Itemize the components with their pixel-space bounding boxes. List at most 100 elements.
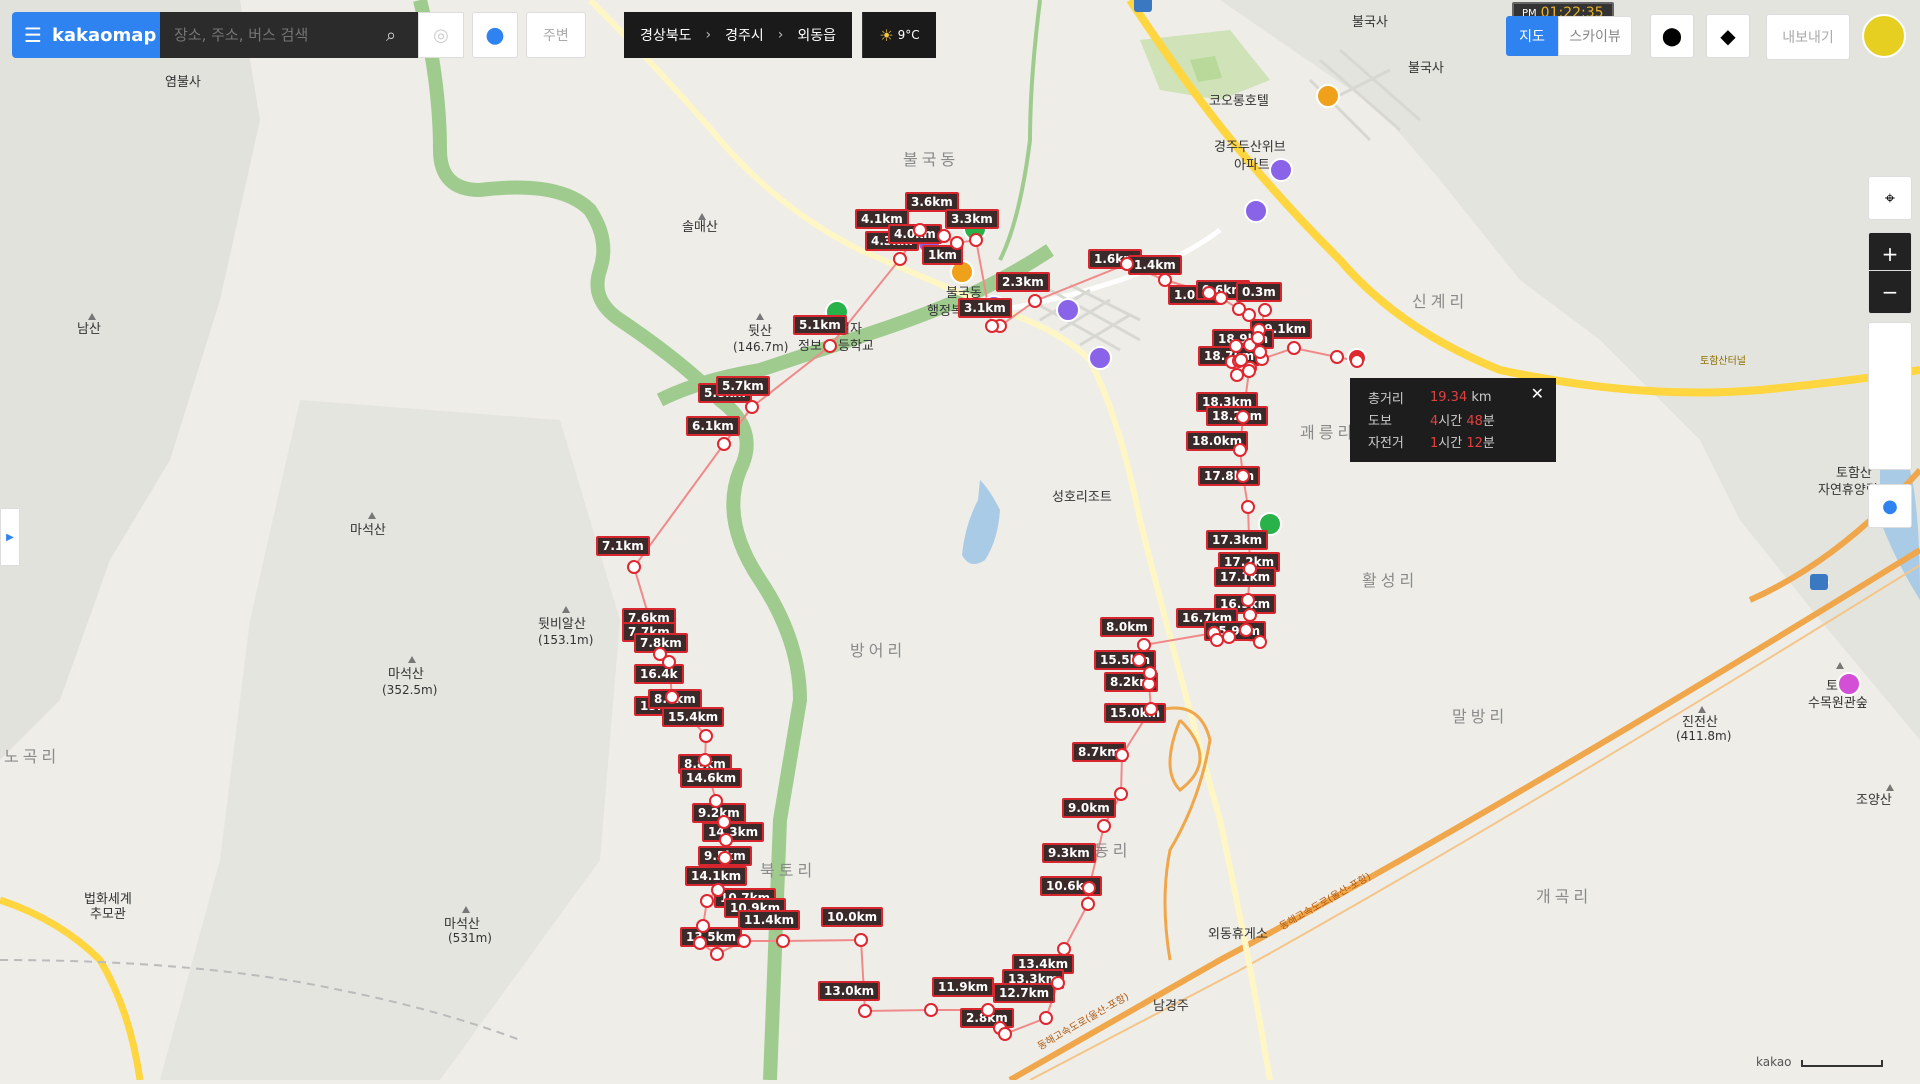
sidebar-toggle-button[interactable]: ▶	[0, 508, 20, 566]
hamburger-icon[interactable]: ☰	[24, 23, 42, 47]
close-icon[interactable]: ✕	[1531, 384, 1544, 403]
route-point[interactable]	[1143, 666, 1157, 680]
route-point[interactable]	[1081, 897, 1095, 911]
place-label: 뒷비알산	[538, 617, 586, 632]
route-point[interactable]	[1132, 653, 1146, 667]
place-label: (411.8m)	[1676, 729, 1731, 743]
route-point[interactable]	[969, 233, 983, 247]
route-point[interactable]	[1028, 294, 1042, 308]
star-poi-icon[interactable]	[1056, 298, 1080, 322]
star-poi-icon[interactable]	[1244, 199, 1268, 223]
route-point[interactable]	[699, 729, 713, 743]
route-point[interactable]	[1330, 350, 1344, 364]
route-point[interactable]	[1287, 341, 1301, 355]
star-poi-icon[interactable]	[1837, 672, 1861, 696]
search-box[interactable]: ⌕	[160, 12, 418, 58]
route-point[interactable]	[981, 1003, 995, 1017]
route-point[interactable]	[665, 690, 679, 704]
highway-label: 토함산터널	[1700, 355, 1746, 367]
route-point[interactable]	[823, 339, 837, 353]
breadcrumb-district[interactable]: 외동읍	[797, 25, 836, 45]
route-point[interactable]	[696, 919, 710, 933]
route-point[interactable]	[1051, 976, 1065, 990]
route-point[interactable]	[1241, 500, 1255, 514]
route-point[interactable]	[1202, 286, 1216, 300]
map-type-map[interactable]: 지도	[1506, 16, 1558, 56]
route-point[interactable]	[1350, 354, 1364, 368]
route-point[interactable]	[1258, 303, 1272, 317]
route-point[interactable]	[1057, 942, 1071, 956]
route-point[interactable]	[1097, 819, 1111, 833]
star-poi-icon[interactable]	[1316, 84, 1340, 108]
route-point[interactable]	[710, 947, 724, 961]
route-point[interactable]	[711, 883, 725, 897]
route-point[interactable]	[1039, 1011, 1053, 1025]
route-point[interactable]	[1222, 630, 1236, 644]
route-point[interactable]	[913, 223, 927, 237]
route-point[interactable]	[1114, 787, 1128, 801]
place-label: 아파트	[1234, 158, 1270, 173]
route-point[interactable]	[1158, 273, 1172, 287]
route-point[interactable]	[745, 400, 759, 414]
scale-logo: kakao	[1756, 1055, 1792, 1069]
route-point[interactable]	[937, 229, 951, 243]
route-point[interactable]	[1233, 443, 1247, 457]
route-point[interactable]	[1251, 331, 1265, 345]
route-point[interactable]	[1234, 353, 1248, 367]
location-pin-icon[interactable]: ●	[472, 12, 518, 58]
route-point[interactable]	[1241, 593, 1255, 607]
breadcrumb-province[interactable]: 경상북도	[640, 25, 692, 45]
route-point[interactable]	[854, 933, 868, 947]
route-point[interactable]	[709, 794, 723, 808]
route-point[interactable]	[998, 1027, 1012, 1041]
pin-icon[interactable]: ⬤	[1650, 14, 1694, 58]
avatar[interactable]	[1862, 14, 1906, 58]
star-poi-icon[interactable]	[1269, 158, 1293, 182]
route-point[interactable]	[858, 1004, 872, 1018]
route-point[interactable]	[737, 934, 751, 948]
route-point[interactable]	[718, 851, 732, 865]
weather-widget[interactable]: ☀ 9°C	[862, 12, 936, 58]
route-point[interactable]	[1236, 469, 1250, 483]
route-point[interactable]	[698, 753, 712, 767]
route-point[interactable]	[1229, 339, 1243, 353]
route-point[interactable]	[1232, 302, 1246, 316]
breadcrumb-city[interactable]: 경주시	[725, 25, 764, 45]
zoom-out-icon[interactable]: −	[1868, 270, 1912, 314]
route-point[interactable]	[1082, 881, 1096, 895]
route-point[interactable]	[1253, 635, 1267, 649]
map-canvas[interactable]: 염불사 불국사 불국사 코오롱호텔 경주두산위브 아파트 불국동 솔매산 남산 …	[0, 0, 1920, 1083]
layers-icon[interactable]: ◆	[1706, 14, 1750, 58]
route-point[interactable]	[893, 252, 907, 266]
export-button[interactable]: 내보내기	[1766, 14, 1850, 60]
my-location-icon[interactable]: ⌖	[1868, 176, 1912, 220]
route-point[interactable]	[1236, 410, 1250, 424]
map-type-skyview[interactable]: 스카이뷰	[1558, 16, 1632, 56]
route-point[interactable]	[700, 894, 714, 908]
route-point[interactable]	[1144, 702, 1158, 716]
route-point[interactable]	[627, 560, 641, 574]
search-icon[interactable]: ⌕	[386, 25, 396, 46]
check-icon[interactable]: ◎	[418, 12, 464, 58]
route-point[interactable]	[1137, 638, 1151, 652]
route-point[interactable]	[776, 934, 790, 948]
route-point[interactable]	[719, 833, 733, 847]
star-poi-icon[interactable]	[1088, 346, 1112, 370]
nearby-button[interactable]: 주변	[526, 12, 586, 58]
route-point[interactable]	[1214, 291, 1228, 305]
route-point[interactable]	[985, 319, 999, 333]
route-point[interactable]	[950, 236, 964, 250]
route-point[interactable]	[1243, 562, 1257, 576]
route-point[interactable]	[1243, 608, 1257, 622]
route-point[interactable]	[1239, 623, 1253, 637]
route-point[interactable]	[1120, 257, 1134, 271]
logo-area[interactable]: ☰ kakaomap	[12, 12, 160, 58]
route-point[interactable]	[717, 815, 731, 829]
route-point[interactable]	[693, 936, 707, 950]
route-point[interactable]	[662, 655, 676, 669]
route-point[interactable]	[717, 437, 731, 451]
route-point[interactable]	[1115, 748, 1129, 762]
search-input[interactable]	[172, 25, 386, 45]
route-point[interactable]	[924, 1003, 938, 1017]
add-location-icon[interactable]: ●	[1868, 484, 1912, 528]
